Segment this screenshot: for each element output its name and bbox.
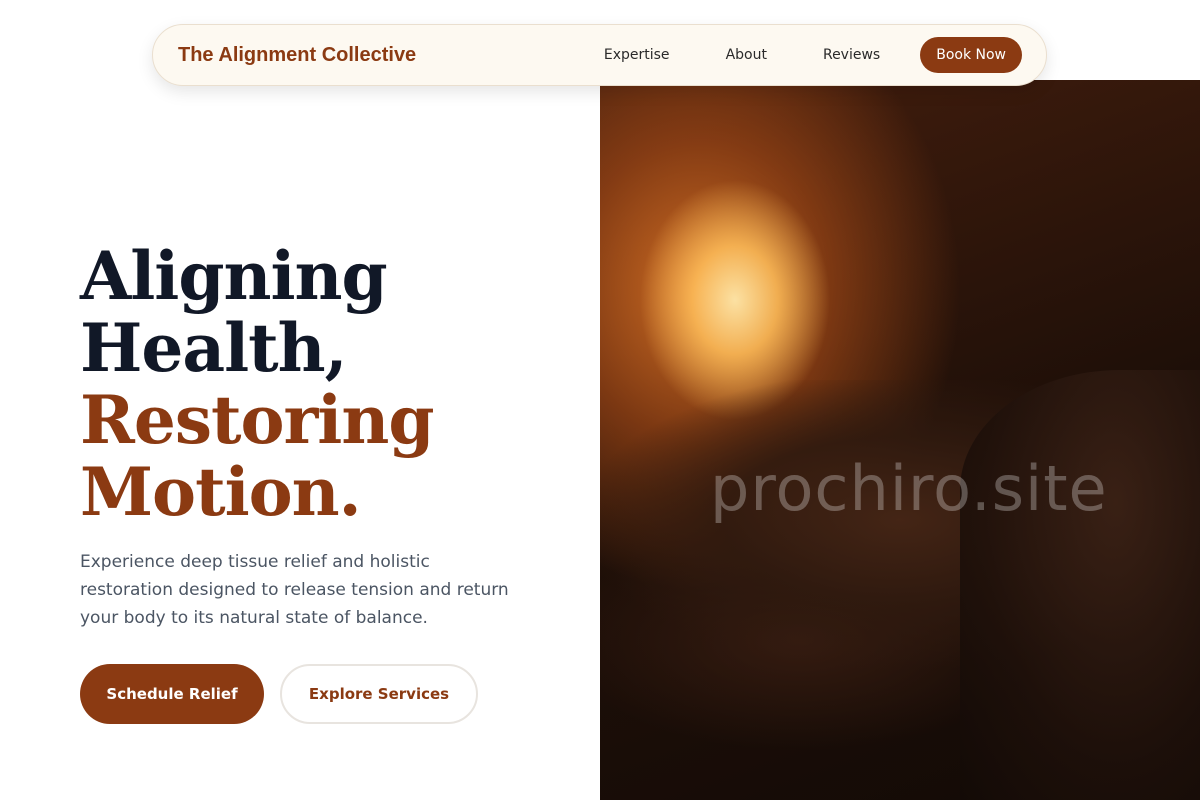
brand-logo-text[interactable]: The Alignment Collective — [178, 44, 416, 67]
nav-links: Expertise About Reviews Book Now — [604, 37, 1022, 73]
face-profile-shape — [960, 370, 1200, 800]
watermark-text: prochiro.site — [710, 452, 1108, 525]
headline-line-1: Aligning — [80, 237, 388, 315]
headline-line-2: Health, — [80, 309, 348, 387]
headline-line-3: Restoring — [80, 381, 434, 459]
hero-headline: Aligning Health, Restoring Motion. — [80, 237, 434, 531]
explore-services-button[interactable]: Explore Services — [280, 664, 478, 724]
schedule-relief-button[interactable]: Schedule Relief — [80, 664, 264, 724]
nav-link-reviews[interactable]: Reviews — [823, 47, 880, 63]
book-now-button[interactable]: Book Now — [920, 37, 1022, 73]
nav-link-expertise[interactable]: Expertise — [604, 47, 670, 63]
hero-photo-chiropractic-hands: prochiro.site — [600, 80, 1200, 800]
landing-page: prochiro.site The Alignment Collective E… — [0, 0, 1200, 800]
top-navbar: The Alignment Collective Expertise About… — [152, 24, 1047, 86]
headline-line-4: Motion. — [80, 453, 362, 531]
nav-link-about[interactable]: About — [726, 47, 767, 63]
hero-description: Experience deep tissue relief and holist… — [80, 552, 509, 628]
